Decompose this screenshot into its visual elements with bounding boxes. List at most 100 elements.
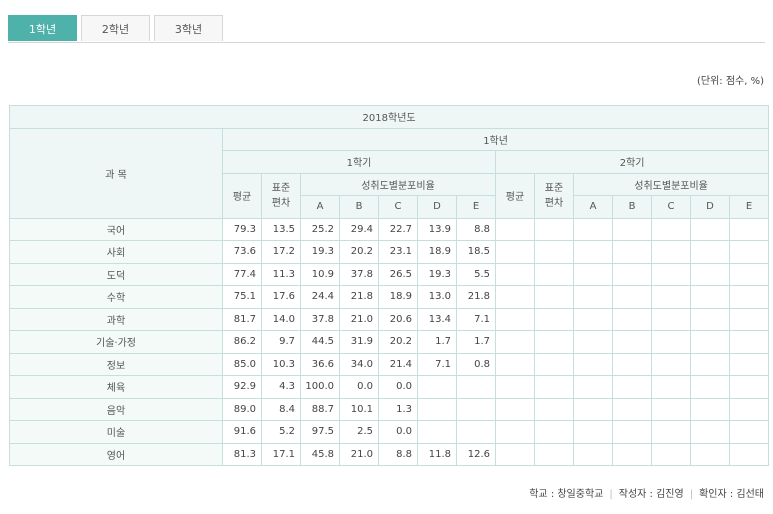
s2-value-cell: [651, 397, 691, 421]
s1-value-cell: 21.0: [339, 442, 379, 466]
s1-level-d: D: [417, 195, 457, 219]
s1-level-e: E: [456, 195, 496, 219]
s1-value-cell: 7.1: [417, 352, 457, 376]
s2-value-cell: [690, 240, 730, 264]
writer-name: 작성자 : 김진영: [618, 489, 684, 500]
s2-value-cell: [690, 375, 730, 399]
s2-value-cell: [534, 420, 574, 444]
s1-value-cell: 29.4: [339, 217, 379, 241]
s1-value-cell: 85.0: [222, 352, 262, 376]
tab-grade-3[interactable]: 3학년: [154, 15, 223, 41]
s2-value-cell: [573, 240, 613, 264]
s2-value-cell: [690, 420, 730, 444]
s1-value-cell: 12.6: [456, 442, 496, 466]
s1-value-cell: [417, 375, 457, 399]
s1-value-cell: 13.4: [417, 307, 457, 331]
s2-value-cell: [534, 285, 574, 309]
s1-value-cell: 79.3: [222, 217, 262, 241]
tab-grade-2[interactable]: 2학년: [81, 15, 150, 41]
s2-value-cell: [728, 307, 770, 331]
s1-value-cell: 97.5: [300, 420, 340, 444]
s1-avg-header: 평균: [222, 172, 262, 219]
s2-level-b: B: [612, 195, 652, 219]
s2-value-cell: [728, 442, 770, 466]
s2-value-cell: [573, 375, 613, 399]
s1-value-cell: 5.5: [456, 262, 496, 286]
subject-cell: 미술: [9, 420, 223, 444]
s2-value-cell: [690, 307, 730, 331]
s2-value-cell: [495, 330, 535, 354]
s1-value-cell: 92.9: [222, 375, 262, 399]
s2-value-cell: [612, 397, 652, 421]
s2-value-cell: [534, 217, 574, 241]
s2-value-cell: [534, 307, 574, 331]
s2-value-cell: [495, 217, 535, 241]
s2-value-cell: [495, 352, 535, 376]
s2-value-cell: [612, 352, 652, 376]
s2-value-cell: [651, 442, 691, 466]
s1-value-cell: 21.0: [339, 307, 379, 331]
s2-value-cell: [690, 397, 730, 421]
semester2-header: 2학기: [494, 150, 770, 174]
subject-header: 과 목: [9, 127, 223, 219]
s2-value-cell: [573, 330, 613, 354]
s1-value-cell: 36.6: [300, 352, 340, 376]
s1-value-cell: 77.4: [222, 262, 262, 286]
s2-value-cell: [573, 217, 613, 241]
table-row: 영어 81.3 17.1 45.8 21.0 8.8 11.8 12.6: [9, 442, 770, 466]
table-row: 정보 85.0 10.3 36.6 34.0 21.4 7.1 0.8: [9, 352, 770, 376]
s2-value-cell: [612, 240, 652, 264]
s2-value-cell: [728, 375, 770, 399]
subject-cell: 과학: [9, 307, 223, 331]
table-row: 기술·가정 86.2 9.7 44.5 31.9 20.2 1.7 1.7: [9, 330, 770, 354]
s1-value-cell: 8.8: [378, 442, 418, 466]
s2-value-cell: [534, 330, 574, 354]
s1-value-cell: 25.2: [300, 217, 340, 241]
s2-level-a: A: [573, 195, 613, 219]
s2-value-cell: [612, 217, 652, 241]
s1-value-cell: [456, 375, 496, 399]
grade-distribution-table: 2018학년도 과 목 1학년 1학기 2학기 평균 표준 편차 성취도별분포비…: [8, 105, 770, 466]
s2-value-cell: [573, 397, 613, 421]
s1-value-cell: 13.5: [261, 217, 301, 241]
s2-value-cell: [728, 352, 770, 376]
s2-value-cell: [612, 307, 652, 331]
s1-value-cell: 4.3: [261, 375, 301, 399]
s1-value-cell: 8.4: [261, 397, 301, 421]
s2-value-cell: [651, 375, 691, 399]
s1-value-cell: 19.3: [300, 240, 340, 264]
s2-value-cell: [612, 330, 652, 354]
s1-value-cell: 10.1: [339, 397, 379, 421]
s1-value-cell: 13.9: [417, 217, 457, 241]
s2-value-cell: [573, 442, 613, 466]
s2-value-cell: [495, 285, 535, 309]
s1-value-cell: 18.9: [378, 285, 418, 309]
s1-value-cell: 1.7: [456, 330, 496, 354]
s2-value-cell: [651, 240, 691, 264]
s1-value-cell: [456, 397, 496, 421]
subject-cell: 수학: [9, 285, 223, 309]
s1-value-cell: 88.7: [300, 397, 340, 421]
s2-value-cell: [612, 285, 652, 309]
school-name: 학교 : 창일중학교: [529, 489, 604, 500]
s2-level-e: E: [728, 195, 770, 219]
s1-value-cell: 23.1: [378, 240, 418, 264]
s1-value-cell: 0.8: [456, 352, 496, 376]
s1-value-cell: 8.8: [456, 217, 496, 241]
s1-value-cell: 73.6: [222, 240, 262, 264]
s2-value-cell: [495, 397, 535, 421]
s1-value-cell: 37.8: [339, 262, 379, 286]
s2-dist-header: 성취도별분포비율: [572, 172, 770, 196]
s1-level-c: C: [378, 195, 418, 219]
s2-value-cell: [534, 240, 574, 264]
s2-value-cell: [690, 352, 730, 376]
s2-value-cell: [690, 285, 730, 309]
tab-grade-1[interactable]: 1학년: [8, 15, 77, 41]
table-row: 체육 92.9 4.3 100.0 0.0 0.0: [9, 375, 770, 399]
s2-value-cell: [728, 420, 770, 444]
s2-value-cell: [534, 375, 574, 399]
s2-value-cell: [573, 352, 613, 376]
s2-value-cell: [495, 307, 535, 331]
s2-value-cell: [573, 307, 613, 331]
grade-tabs: 1학년 2학년 3학년: [8, 15, 765, 43]
